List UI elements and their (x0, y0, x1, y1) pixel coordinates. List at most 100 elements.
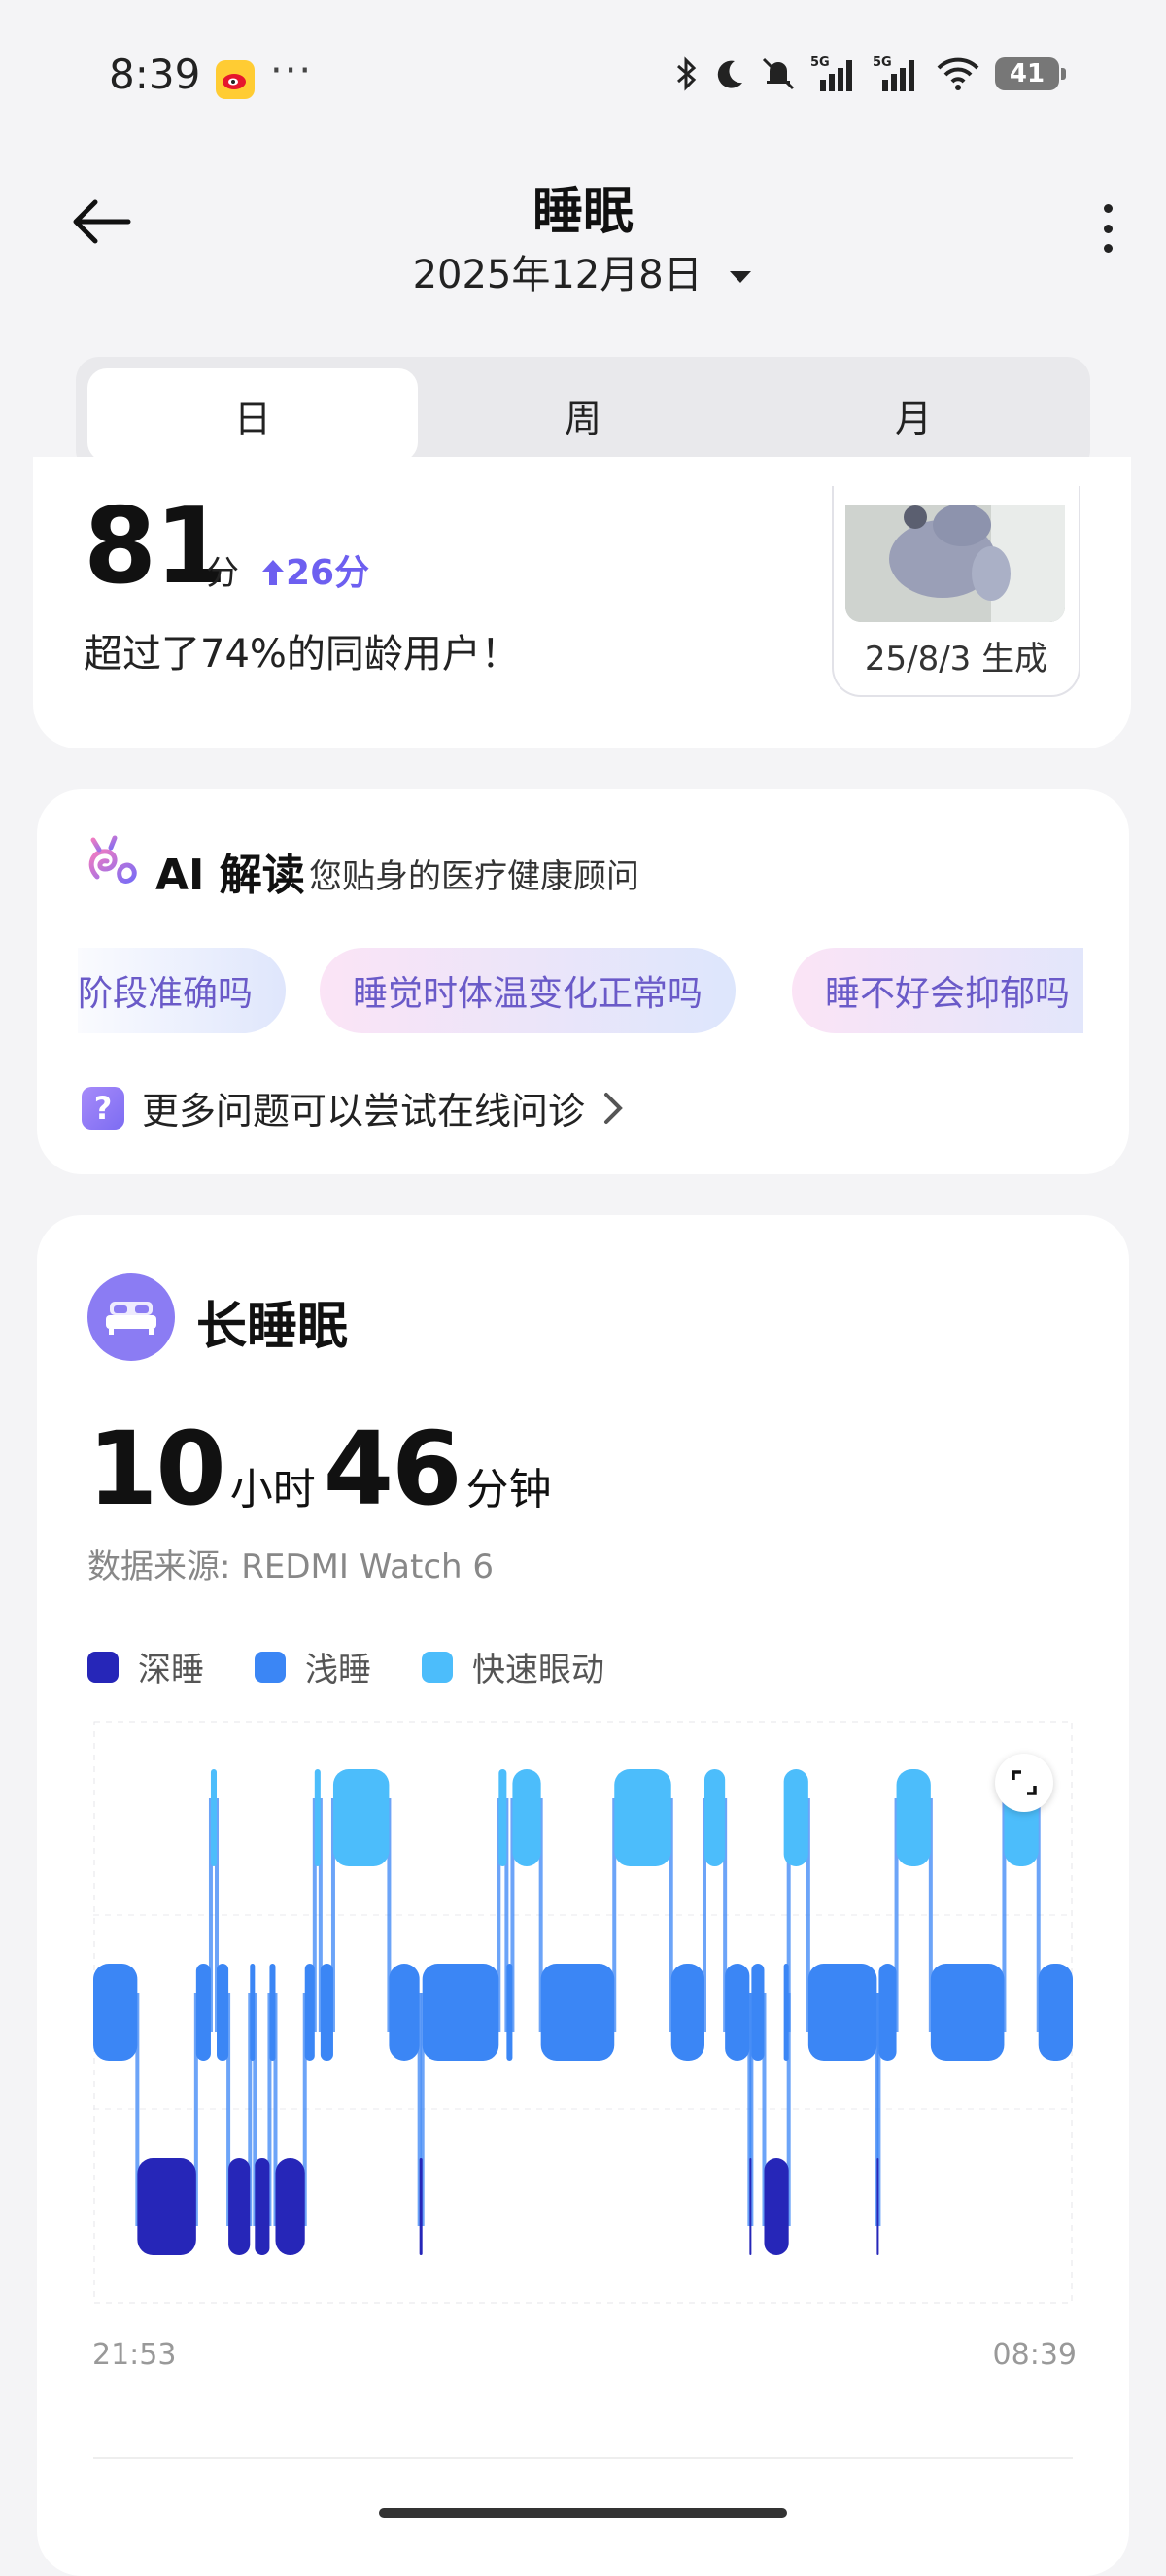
stage-segment (930, 1964, 1005, 2061)
stage-segment (93, 1964, 138, 2061)
tab-week[interactable]: 周 (418, 368, 748, 462)
stage-segment (614, 1769, 671, 1866)
legend-label: 深睡 (138, 1651, 204, 1689)
question-chip[interactable]: 阶段准确吗 (78, 948, 287, 1033)
question-mark-icon: ? (82, 1086, 124, 1130)
muted-bell-icon (762, 57, 795, 90)
more-dot (1103, 204, 1113, 213)
data-source: 数据来源: REDMI Watch 6 (87, 1548, 495, 1586)
bluetooth-icon (677, 56, 697, 91)
sleep-section-title: 长睡眠 (196, 1298, 349, 1356)
ai-title: AI 解读 (155, 851, 305, 900)
stage-segment (749, 2158, 752, 2255)
date-label: 2025年12月8日 (412, 253, 703, 297)
duration-minutes-unit: 分钟 (465, 1465, 552, 1514)
ai-question-chips: 阶段准确吗 睡觉时体温变化正常吗 睡不好会抑郁吗 (78, 948, 1083, 1033)
score-percentile: 超过了74%的同龄用户！ (84, 632, 520, 677)
stage-segment (275, 2158, 305, 2255)
stage-segment (210, 1769, 218, 1866)
stage-segment (512, 1769, 541, 1866)
stage-segment (217, 1964, 229, 2061)
legend-deep-sleep: 深睡 (87, 1643, 204, 1690)
wifi-icon (937, 57, 979, 90)
page-title: 睡眠 (532, 183, 634, 241)
legend-swatch (87, 1651, 119, 1683)
stage-segment (878, 1964, 897, 2061)
stage-segment (422, 1964, 499, 2061)
question-chip[interactable]: 睡不好会抑郁吗 (792, 948, 1083, 1033)
duration-minutes: 46 (323, 1410, 463, 1528)
score-change: 26分 (260, 544, 369, 595)
home-indicator[interactable] (379, 2508, 787, 2518)
stage-segment (269, 1964, 276, 2061)
koala-thumbnail (845, 505, 1065, 622)
stage-segment (320, 1964, 333, 2061)
stage-segment (389, 1964, 420, 2061)
chevron-right-icon (604, 1092, 623, 1124)
moon-icon (717, 60, 742, 88)
stage-segment (1038, 1964, 1073, 2061)
sleep-score-unit: 分 (206, 554, 239, 593)
score-change-value: 26分 (286, 553, 370, 593)
expand-chart-button[interactable] (995, 1754, 1053, 1812)
stage-segment (332, 1769, 390, 1866)
stage-segment (255, 2158, 270, 2255)
ai-subtitle: 您贴身的医疗健康顾问 (309, 857, 639, 896)
ai-logo-icon (82, 830, 150, 898)
svg-text:5G: 5G (873, 55, 892, 70)
legend-light-sleep: 浅睡 (255, 1643, 371, 1690)
signal-5g-icon: 5G (810, 55, 852, 91)
stage-segment (807, 1964, 877, 2061)
caret-down-icon (730, 271, 752, 283)
stage-segment (876, 2158, 879, 2255)
stage-segment (751, 1964, 765, 2061)
online-consult-label: 更多问题可以尝试在线问诊 (142, 1090, 586, 1132)
battery-indicator: 41 (995, 57, 1066, 90)
legend-swatch (422, 1651, 453, 1683)
online-consult-link[interactable]: ? 更多问题可以尝试在线问诊 (82, 1081, 624, 1134)
stage-segment (506, 1964, 513, 2061)
status-time: 8:39 (109, 51, 201, 98)
stage-segment (250, 1964, 256, 2061)
more-dot (1103, 244, 1113, 253)
duration-hours: 10 (87, 1410, 226, 1528)
sleep-duration: 10 小时 46 分钟 (87, 1410, 559, 1528)
thumbnail-caption: 25/8/3 生成 (864, 640, 1048, 679)
legend-rem-sleep: 快速眼动 (422, 1643, 604, 1690)
card-divider (93, 2457, 1073, 2459)
arrow-up-icon (262, 560, 284, 585)
stage-segment (896, 1769, 931, 1866)
bed-icon (87, 1273, 175, 1361)
legend-swatch (255, 1651, 286, 1683)
legend-label: 快速眼动 (472, 1651, 604, 1689)
stage-segment (703, 1769, 726, 1866)
date-selector[interactable]: 2025年12月8日 (0, 243, 1166, 299)
stage-segment (419, 2158, 423, 2255)
tab-day[interactable]: 日 (87, 368, 418, 462)
more-dot (1103, 224, 1113, 233)
more-options-button[interactable] (1098, 204, 1117, 253)
sleep-score-value: 81 (84, 486, 227, 608)
legend-label: 浅睡 (305, 1651, 371, 1689)
stage-segment (725, 1964, 750, 2061)
chart-legend: 深睡 浅睡 快速眼动 (87, 1643, 604, 1690)
stage-segment (783, 1769, 808, 1866)
tab-month[interactable]: 月 (748, 368, 1079, 462)
stage-segment (228, 2158, 251, 2255)
stage-segment (137, 2158, 196, 2255)
stage-segment (314, 1769, 321, 1866)
expand-icon (1012, 1770, 1037, 1795)
sleep-stage-svg (93, 1721, 1073, 2304)
duration-hours-unit: 小时 (229, 1465, 316, 1514)
stage-segment (498, 1769, 507, 1866)
stage-segment (670, 1964, 704, 2061)
more-notifications-icon: ··· (270, 49, 314, 93)
signal-5g-icon-2: 5G (873, 55, 914, 91)
sleep-stage-chart[interactable] (93, 1721, 1073, 2304)
period-tabs: 日 周 月 (76, 357, 1090, 473)
stage-segment (195, 1964, 211, 2061)
weibo-notification-icon (216, 60, 255, 99)
status-icons: 5G 5G 41 (674, 54, 1066, 93)
svg-text:5G: 5G (810, 55, 830, 70)
question-chip[interactable]: 睡觉时体温变化正常吗 (320, 948, 737, 1033)
